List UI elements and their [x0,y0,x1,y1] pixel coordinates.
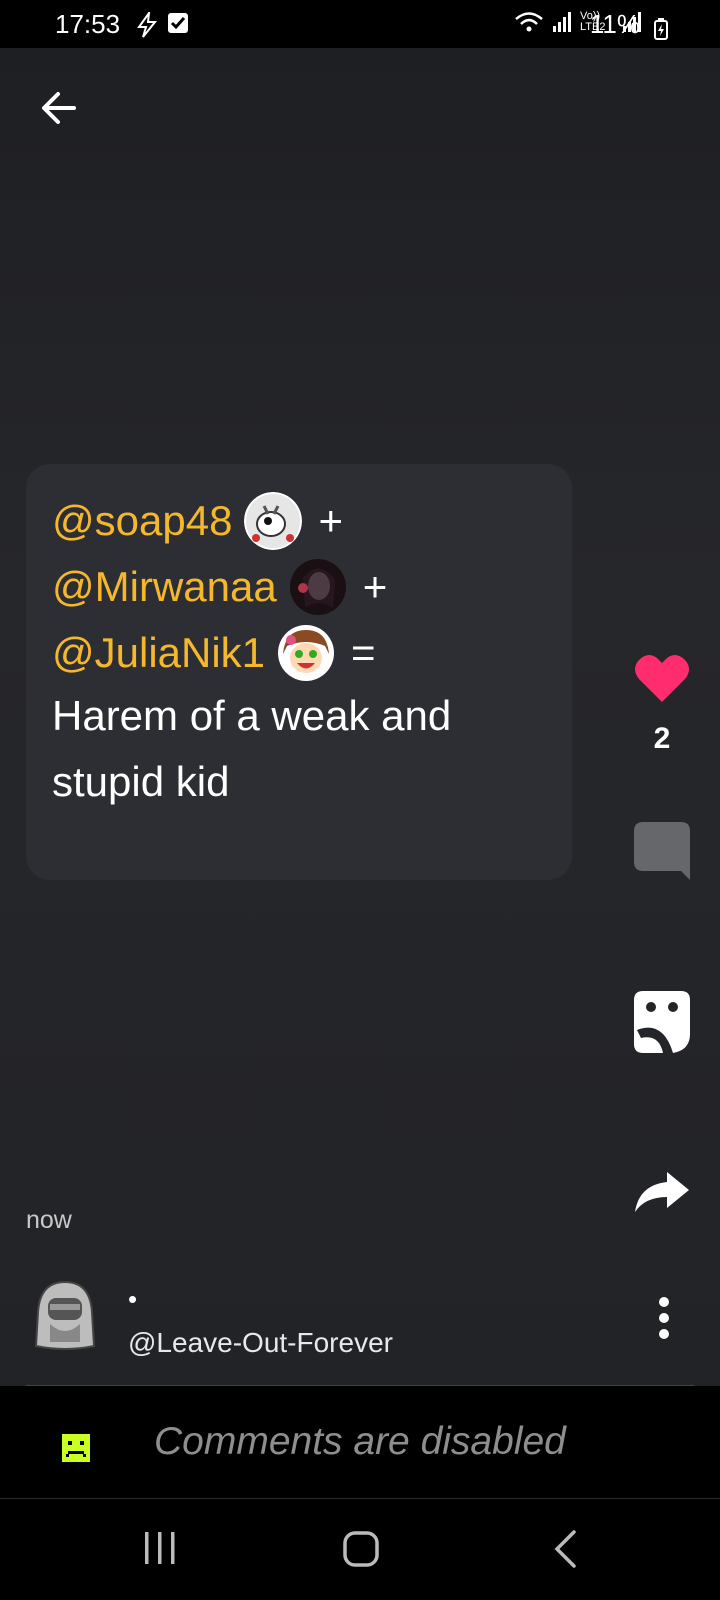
nav-back-icon[interactable] [552,1530,578,1568]
home-icon[interactable] [342,1530,380,1568]
post-card: @soap48 + @Mirwanaa + @JuliaNik1 = Harem… [26,464,572,880]
plus-operator: + [318,497,343,544]
signal-icon [553,12,571,32]
battery-icon [654,18,668,40]
flash-icon [137,12,158,38]
author-name[interactable]: • [128,1284,137,1315]
like-count: 2 [653,722,671,755]
mention-link[interactable]: @soap48 [52,497,232,545]
avatar[interactable] [277,624,335,682]
avatar[interactable] [244,492,303,550]
post-text-line-2: stupid kid [52,758,230,805]
post-line-1: @soap48 + [52,492,343,550]
post-timestamp: now [26,1206,72,1234]
avatar[interactable] [289,558,347,616]
heart-icon[interactable] [633,652,691,704]
mention-link[interactable]: @JuliaNik1 [52,629,265,677]
comment-bubble-icon[interactable] [633,821,691,881]
mention-link[interactable]: @Mirwanaa [52,563,277,611]
post-line-3: @JuliaNik1 = [52,624,376,682]
status-bar: 17:53 Vo)) LTE2 11% [0,0,720,48]
status-time: 17:53 [55,9,121,39]
plus-operator: + [362,563,388,610]
wifi-icon [515,12,543,32]
post-line-2: @Mirwanaa + [52,558,387,616]
equals-operator: = [351,629,376,676]
author-avatar[interactable] [34,1280,96,1352]
sticker-icon[interactable] [633,990,691,1054]
more-options-icon[interactable] [652,1296,676,1340]
share-icon[interactable] [633,1170,691,1214]
post-text-line-1: Harem of a weak and [52,692,452,739]
sad-face-icon [62,1434,90,1462]
comments-disabled-text: Comments are disabled [154,1420,566,1463]
author-handle[interactable]: @Leave-Out-Forever [128,1327,393,1359]
checkbox-icon [168,13,188,33]
recent-apps-icon[interactable] [142,1530,178,1566]
battery-percent: 11% [589,9,640,39]
back-arrow-icon[interactable] [36,84,84,132]
